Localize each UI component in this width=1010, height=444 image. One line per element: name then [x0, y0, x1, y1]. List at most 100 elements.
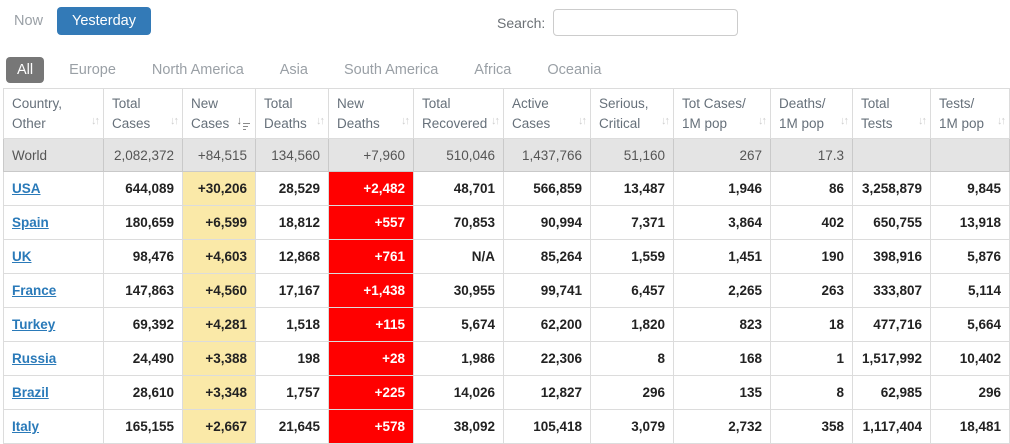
country-row-usa: USA644,089+30,20628,529+2,48248,701566,8…: [4, 172, 1010, 206]
new-deaths-cell: +7,960: [329, 139, 414, 172]
total-tests-cell: 477,716: [853, 308, 931, 342]
top-toolbar: Now Yesterday Search:: [0, 0, 1010, 44]
country-name-cell: World: [4, 139, 104, 172]
col-header-total-deaths[interactable]: TotalDeaths↓↑: [256, 89, 329, 139]
country-row-russia: Russia24,490+3,388198+281,98622,30681681…: [4, 342, 1010, 376]
country-row-uk: UK98,476+4,60312,868+761N/A85,2641,5591,…: [4, 240, 1010, 274]
deaths-per-1m-cell: 17.3: [771, 139, 853, 172]
covid-stats-table: Country,Other↓↑TotalCases↓↑NewCases↓Tota…: [3, 88, 1010, 444]
active-cases-cell: 85,264: [504, 240, 591, 274]
col-header-new-deaths[interactable]: NewDeaths↓↑: [329, 89, 414, 139]
tests-per-1m-cell: 18,481: [931, 410, 1010, 444]
col-header-tot-cases-1m-pop[interactable]: Tot Cases/1M pop↓↑: [674, 89, 771, 139]
region-tab-north-america[interactable]: North America: [141, 57, 255, 83]
new-cases-cell: +4,560: [183, 274, 256, 308]
serious-critical-cell: 51,160: [591, 139, 674, 172]
total-cases-cell: 28,610: [104, 376, 183, 410]
new-deaths-cell: +557: [329, 206, 414, 240]
col-header-serious-critical[interactable]: Serious,Critical↓↑: [591, 89, 674, 139]
col-header-active-cases[interactable]: ActiveCases↓↑: [504, 89, 591, 139]
sort-both-icon: ↓↑: [578, 114, 585, 130]
new-cases-cell: +84,515: [183, 139, 256, 172]
cases-per-1m-cell: 135: [674, 376, 771, 410]
search-input[interactable]: [553, 9, 738, 36]
country-link[interactable]: Brazil: [12, 385, 49, 400]
region-tab-africa[interactable]: Africa: [463, 57, 522, 83]
region-tab-europe[interactable]: Europe: [58, 57, 127, 83]
country-link[interactable]: UK: [12, 249, 32, 264]
country-link[interactable]: Turkey: [12, 317, 55, 332]
search-label: Search:: [497, 15, 545, 31]
total-cases-cell: 147,863: [104, 274, 183, 308]
tests-per-1m-cell: 5,664: [931, 308, 1010, 342]
total-recovered-cell: 1,986: [414, 342, 504, 376]
total-tests-cell: 62,985: [853, 376, 931, 410]
sort-both-icon: ↓↑: [758, 114, 765, 130]
country-name-cell: USA: [4, 172, 104, 206]
country-row-turkey: Turkey69,392+4,2811,518+1155,67462,2001,…: [4, 308, 1010, 342]
cases-per-1m-cell: 2,732: [674, 410, 771, 444]
country-link[interactable]: France: [12, 283, 56, 298]
country-link[interactable]: Russia: [12, 351, 56, 366]
region-tab-oceania[interactable]: Oceania: [536, 57, 612, 83]
country-name-cell: France: [4, 274, 104, 308]
country-link[interactable]: Spain: [12, 215, 49, 230]
cases-per-1m-cell: 3,864: [674, 206, 771, 240]
country-link[interactable]: Italy: [12, 419, 39, 434]
region-tab-south-america[interactable]: South America: [333, 57, 449, 83]
total-deaths-cell: 1,518: [256, 308, 329, 342]
region-tab-all[interactable]: All: [6, 57, 44, 83]
tests-per-1m-cell: 5,114: [931, 274, 1010, 308]
sort-both-icon: ↓↑: [661, 114, 668, 130]
tests-per-1m-cell: 296: [931, 376, 1010, 410]
tests-per-1m-cell: 9,845: [931, 172, 1010, 206]
cases-per-1m-cell: 1,946: [674, 172, 771, 206]
sort-both-icon: ↓↑: [918, 114, 925, 130]
col-header-total-recovered[interactable]: TotalRecovered↓↑: [414, 89, 504, 139]
serious-critical-cell: 3,079: [591, 410, 674, 444]
total-deaths-cell: 1,757: [256, 376, 329, 410]
total-recovered-cell: 38,092: [414, 410, 504, 444]
country-link[interactable]: USA: [12, 181, 41, 196]
col-header-new-cases[interactable]: NewCases↓: [183, 89, 256, 139]
active-cases-cell: 566,859: [504, 172, 591, 206]
new-cases-cell: +3,348: [183, 376, 256, 410]
serious-critical-cell: 1,820: [591, 308, 674, 342]
total-deaths-cell: 134,560: [256, 139, 329, 172]
col-header-total-cases[interactable]: TotalCases↓↑: [104, 89, 183, 139]
yesterday-tab[interactable]: Yesterday: [57, 7, 151, 35]
total-cases-cell: 180,659: [104, 206, 183, 240]
country-row-france: France147,863+4,56017,167+1,43830,95599,…: [4, 274, 1010, 308]
deaths-per-1m-cell: 402: [771, 206, 853, 240]
total-tests-cell: 1,517,992: [853, 342, 931, 376]
active-cases-cell: 1,437,766: [504, 139, 591, 172]
total-recovered-cell: 70,853: [414, 206, 504, 240]
country-row-brazil: Brazil28,610+3,3481,757+22514,02612,8272…: [4, 376, 1010, 410]
col-header-deaths-1m-pop[interactable]: Deaths/1M pop↓↑: [771, 89, 853, 139]
total-tests-cell: 3,258,879: [853, 172, 931, 206]
total-tests-cell: 333,807: [853, 274, 931, 308]
country-name-cell: Spain: [4, 206, 104, 240]
total-tests-cell: [853, 139, 931, 172]
col-header-tests-1m-pop[interactable]: Tests/1M pop↓↑: [931, 89, 1010, 139]
sort-both-icon: ↓↑: [491, 114, 498, 130]
now-tab[interactable]: Now: [14, 13, 43, 29]
active-cases-cell: 105,418: [504, 410, 591, 444]
total-deaths-cell: 28,529: [256, 172, 329, 206]
new-deaths-cell: +28: [329, 342, 414, 376]
col-header-country-other[interactable]: Country,Other↓↑: [4, 89, 104, 139]
serious-critical-cell: 296: [591, 376, 674, 410]
active-cases-cell: 62,200: [504, 308, 591, 342]
total-tests-cell: 650,755: [853, 206, 931, 240]
table-body: World2,082,372+84,515134,560+7,960510,04…: [4, 139, 1010, 444]
cases-per-1m-cell: 823: [674, 308, 771, 342]
total-recovered-cell: 48,701: [414, 172, 504, 206]
total-cases-cell: 644,089: [104, 172, 183, 206]
region-tab-asia[interactable]: Asia: [269, 57, 319, 83]
active-cases-cell: 90,994: [504, 206, 591, 240]
col-header-total-tests[interactable]: TotalTests↓↑: [853, 89, 931, 139]
total-recovered-cell: N/A: [414, 240, 504, 274]
cases-per-1m-cell: 2,265: [674, 274, 771, 308]
new-deaths-cell: +1,438: [329, 274, 414, 308]
deaths-per-1m-cell: 1: [771, 342, 853, 376]
